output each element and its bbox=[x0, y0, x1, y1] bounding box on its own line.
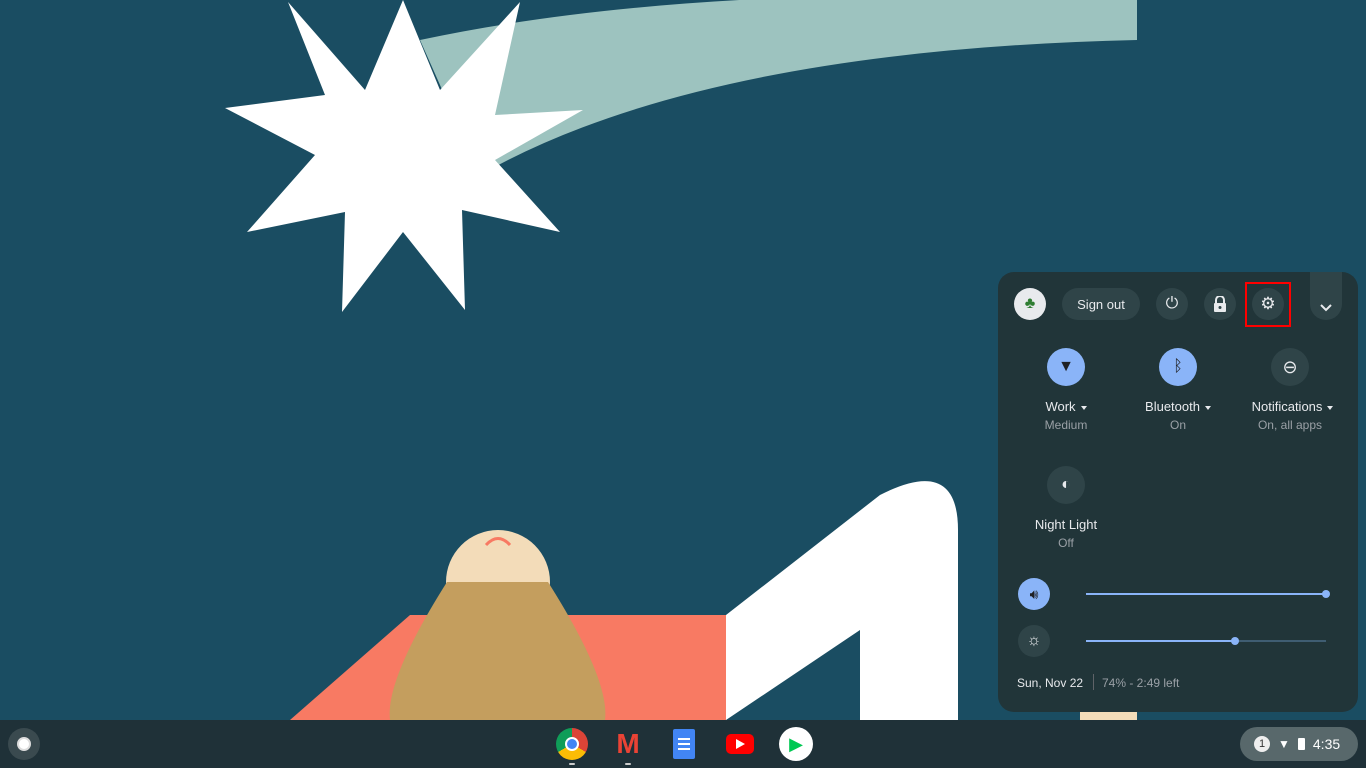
docs-icon bbox=[673, 729, 695, 759]
wifi-sublabel: Medium bbox=[1044, 418, 1088, 432]
night-light-icon: ◐ bbox=[1061, 476, 1071, 493]
wifi-toggle[interactable]: ▼ bbox=[1047, 348, 1085, 386]
volume-slider[interactable] bbox=[1086, 590, 1330, 598]
quick-settings-panel: ♣ Sign out ⏻ ⚙ ▼ Work Medium ᛒ Bluetooth… bbox=[998, 272, 1358, 712]
do-not-disturb-icon: ⊖ bbox=[1282, 356, 1298, 377]
volume-mute-button[interactable]: 🔊︎ bbox=[1018, 578, 1050, 610]
bluetooth-label[interactable]: Bluetooth bbox=[1123, 399, 1233, 414]
night-light-sublabel: Off bbox=[1058, 536, 1074, 550]
play-store-app[interactable]: ▶ bbox=[779, 727, 813, 761]
notification-count-badge: 1 bbox=[1254, 736, 1270, 752]
divider bbox=[1093, 674, 1094, 690]
lock-button[interactable] bbox=[1204, 288, 1236, 320]
battery-label: 74% - 2:49 left bbox=[1102, 676, 1180, 690]
chrome-icon bbox=[556, 728, 588, 760]
settings-highlight-box bbox=[1245, 282, 1291, 327]
sign-out-button[interactable]: Sign out bbox=[1062, 288, 1140, 320]
chrome-app[interactable] bbox=[555, 727, 589, 761]
notifications-sublabel: On, all apps bbox=[1257, 418, 1323, 432]
brightness-icon: ☼ bbox=[1026, 632, 1042, 649]
launcher-button[interactable] bbox=[8, 728, 40, 760]
volume-icon: 🔊︎ bbox=[1029, 585, 1039, 602]
notifications-toggle[interactable]: ⊖ bbox=[1271, 348, 1309, 386]
notifications-label[interactable]: Notifications bbox=[1235, 399, 1350, 414]
sign-out-label: Sign out bbox=[1077, 296, 1125, 312]
gmail-icon: M bbox=[616, 728, 640, 759]
chrome-running-indicator bbox=[569, 763, 575, 765]
wifi-icon: ▼ bbox=[1278, 737, 1290, 751]
bluetooth-icon: ᛒ bbox=[1173, 358, 1183, 375]
chevron-down-icon bbox=[1320, 304, 1332, 312]
battery-icon bbox=[1297, 738, 1305, 750]
wifi-label[interactable]: Work bbox=[1011, 399, 1121, 414]
power-icon: ⏻ bbox=[1165, 295, 1179, 312]
bluetooth-sublabel: On bbox=[1169, 418, 1186, 432]
bluetooth-toggle[interactable]: ᛒ bbox=[1159, 348, 1197, 386]
gmail-app[interactable]: M bbox=[611, 727, 645, 761]
launcher-icon bbox=[17, 737, 31, 751]
gmail-running-indicator bbox=[625, 763, 631, 765]
lock-icon bbox=[1214, 296, 1226, 312]
wifi-lock-icon: ▼ bbox=[1058, 358, 1074, 375]
play-store-icon: ▶ bbox=[789, 733, 803, 754]
avatar-image: ♣ bbox=[1024, 295, 1036, 312]
clock: 4:35 bbox=[1312, 736, 1341, 752]
night-light-toggle[interactable]: ◐ bbox=[1047, 466, 1085, 504]
youtube-icon bbox=[726, 734, 754, 754]
night-light-label[interactable]: Night Light bbox=[1011, 517, 1121, 532]
status-area[interactable]: 1 ▼ 4:35 bbox=[1240, 727, 1358, 761]
date-label[interactable]: Sun, Nov 22 bbox=[1017, 676, 1083, 690]
docs-app[interactable] bbox=[667, 727, 701, 761]
youtube-app[interactable] bbox=[723, 727, 757, 761]
brightness-slider[interactable] bbox=[1086, 637, 1326, 645]
power-button[interactable]: ⏻ bbox=[1156, 288, 1188, 320]
user-avatar[interactable]: ♣ bbox=[1014, 288, 1046, 320]
collapse-button[interactable] bbox=[1310, 272, 1342, 320]
brightness-button: ☼ bbox=[1018, 625, 1050, 657]
